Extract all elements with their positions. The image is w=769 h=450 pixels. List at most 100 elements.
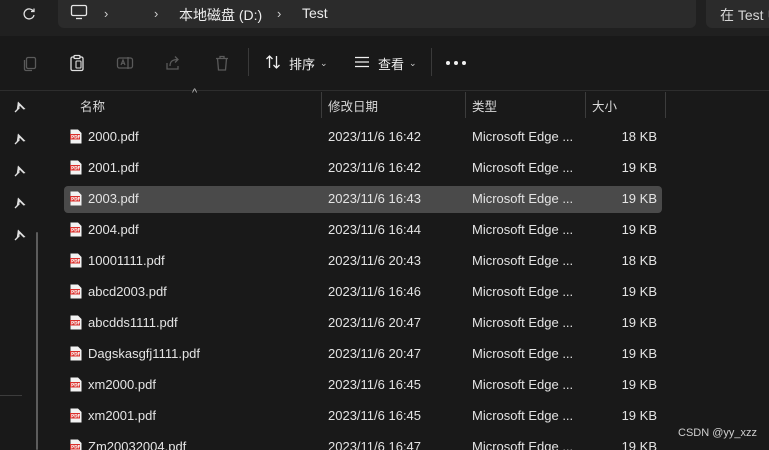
file-row[interactable]: PDF 2001.pdf 2023/11/6 16:42 Microsoft Edge…	[64, 155, 662, 182]
file-row[interactable]: PDF 2000.pdf 2023/11/6 16:42 Microsoft Edge…	[64, 124, 662, 151]
file-row[interactable]: PDF xm2001.pdf 2023/11/6 16:45 Microsoft Ed…	[64, 403, 662, 430]
file-modified: 2023/11/6 20:43	[328, 253, 422, 268]
svg-text:PDF: PDF	[71, 352, 81, 357]
file-size: 19 KB	[621, 346, 657, 361]
svg-text:PDF: PDF	[71, 445, 81, 450]
chevron-right-icon[interactable]: ›	[277, 6, 281, 21]
more-options-icon[interactable]	[446, 54, 466, 72]
column-header-name[interactable]: 名称	[80, 92, 105, 118]
file-modified: 2023/11/6 16:46	[328, 284, 422, 299]
file-modified: 2023/11/6 16:42	[328, 129, 422, 144]
svg-text:PDF: PDF	[71, 259, 81, 264]
column-divider[interactable]	[585, 92, 586, 118]
pdf-file-icon: PDF	[70, 253, 82, 268]
breadcrumb-item-drive[interactable]: 本地磁盘 (D:)	[179, 5, 262, 25]
file-size: 19 KB	[621, 439, 657, 450]
breadcrumb[interactable]: › › 本地磁盘 (D:) › Test	[58, 0, 696, 28]
file-row[interactable]: PDF 2004.pdf 2023/11/6 16:44 Microsoft Edge…	[64, 217, 662, 244]
file-size: 19 KB	[621, 191, 657, 206]
chevron-right-icon[interactable]: ›	[154, 6, 158, 21]
file-row[interactable]: PDF xm2000.pdf 2023/11/6 16:45 Microsoft Ed…	[64, 372, 662, 399]
file-type: Microsoft Edge ...	[472, 284, 574, 299]
file-type: Microsoft Edge ...	[472, 191, 574, 206]
file-modified: 2023/11/6 16:47	[328, 439, 422, 450]
file-row[interactable]: PDF abcdds1111.pdf 2023/11/6 20:47 Microsof…	[64, 310, 662, 337]
pdf-file-icon: PDF	[70, 129, 82, 144]
pdf-file-icon: PDF	[70, 191, 82, 206]
pin-icon[interactable]	[13, 100, 27, 114]
pdf-file-icon: PDF	[70, 346, 82, 361]
file-row[interactable]: PDF 2003.pdf 2023/11/6 16:43 Microsoft Edge…	[64, 186, 662, 213]
pin-icon[interactable]	[13, 196, 27, 210]
nav-scrollbar[interactable]	[36, 232, 38, 450]
file-size: 19 KB	[621, 377, 657, 392]
search-input[interactable]: 在 Test 中	[706, 0, 769, 28]
file-name: 10001111.pdf	[88, 253, 165, 268]
toolbar-divider	[248, 48, 249, 76]
file-name: abcdds1111.pdf	[88, 315, 178, 330]
pin-icon[interactable]	[13, 164, 27, 178]
file-modified: 2023/11/6 16:42	[328, 160, 422, 175]
share-icon[interactable]	[163, 53, 183, 73]
watermark: CSDN @yy_xzz	[678, 427, 758, 439]
file-name: 2000.pdf	[88, 129, 139, 144]
pdf-file-icon: PDF	[70, 222, 82, 237]
column-header-type[interactable]: 类型	[472, 92, 497, 118]
navigation-pane	[0, 92, 44, 450]
column-divider[interactable]	[465, 92, 466, 118]
pdf-file-icon: PDF	[70, 284, 82, 299]
delete-icon[interactable]	[212, 53, 232, 73]
file-type: Microsoft Edge ...	[472, 377, 574, 392]
file-modified: 2023/11/6 16:45	[328, 408, 422, 423]
this-pc-icon[interactable]	[70, 4, 88, 23]
file-name: xm2000.pdf	[88, 377, 156, 392]
svg-text:PDF: PDF	[71, 228, 81, 233]
pin-icon[interactable]	[13, 132, 27, 146]
refresh-icon[interactable]	[18, 3, 40, 25]
paste-icon[interactable]	[67, 53, 87, 73]
svg-text:PDF: PDF	[71, 135, 81, 140]
pin-icon[interactable]	[13, 228, 27, 242]
view-label: 查看	[378, 56, 405, 72]
view-button[interactable]: 查看 ⌄	[354, 52, 417, 74]
rename-icon[interactable]	[115, 53, 135, 73]
file-type: Microsoft Edge ...	[472, 346, 574, 361]
file-name: 2003.pdf	[88, 191, 139, 206]
sort-ascending-icon: ^	[192, 87, 198, 99]
svg-text:PDF: PDF	[71, 290, 81, 295]
file-row[interactable]: PDF 10001111.pdf 2023/11/6 20:43 Microsoft …	[64, 248, 662, 275]
file-size: 18 KB	[621, 253, 657, 268]
chevron-down-icon: ⌄	[320, 57, 328, 68]
file-size: 19 KB	[621, 160, 657, 175]
file-modified: 2023/11/6 20:47	[328, 315, 422, 330]
file-type: Microsoft Edge ...	[472, 315, 574, 330]
copy-icon[interactable]	[20, 53, 40, 73]
file-type: Microsoft Edge ...	[472, 408, 574, 423]
pdf-file-icon: PDF	[70, 315, 82, 330]
address-bar-region: › › 本地磁盘 (D:) › Test 在 Test 中	[0, 0, 769, 36]
column-header-modified[interactable]: 修改日期	[328, 92, 378, 118]
column-header-size[interactable]: 大小	[592, 92, 617, 118]
file-type: Microsoft Edge ...	[472, 253, 574, 268]
column-divider[interactable]	[321, 92, 322, 118]
file-row[interactable]: PDF Zm20032004.pdf 2023/11/6 16:47 Microsof…	[64, 434, 662, 450]
file-size: 18 KB	[621, 129, 657, 144]
file-modified: 2023/11/6 16:43	[328, 191, 422, 206]
command-bar: 排序 ⌄ 查看 ⌄	[0, 36, 769, 91]
breadcrumb-item-folder[interactable]: Test	[302, 5, 328, 21]
pdf-file-icon: PDF	[70, 377, 82, 392]
column-divider[interactable]	[665, 92, 666, 118]
file-row[interactable]: PDF abcd2003.pdf 2023/11/6 16:46 Microsoft …	[64, 279, 662, 306]
sort-button[interactable]: 排序 ⌄	[265, 52, 328, 74]
file-name: 2001.pdf	[88, 160, 139, 175]
sort-icon	[265, 54, 281, 73]
pdf-file-icon: PDF	[70, 160, 82, 175]
file-modified: 2023/11/6 20:47	[328, 346, 422, 361]
nav-divider	[0, 395, 22, 396]
view-icon	[354, 54, 370, 73]
file-size: 19 KB	[621, 408, 657, 423]
file-row[interactable]: PDF Dagskasgfj1111.pdf 2023/11/6 20:47 Micr…	[64, 341, 662, 368]
file-modified: 2023/11/6 16:45	[328, 377, 422, 392]
chevron-down-icon: ⌄	[409, 57, 417, 68]
chevron-right-icon[interactable]: ›	[104, 6, 108, 21]
